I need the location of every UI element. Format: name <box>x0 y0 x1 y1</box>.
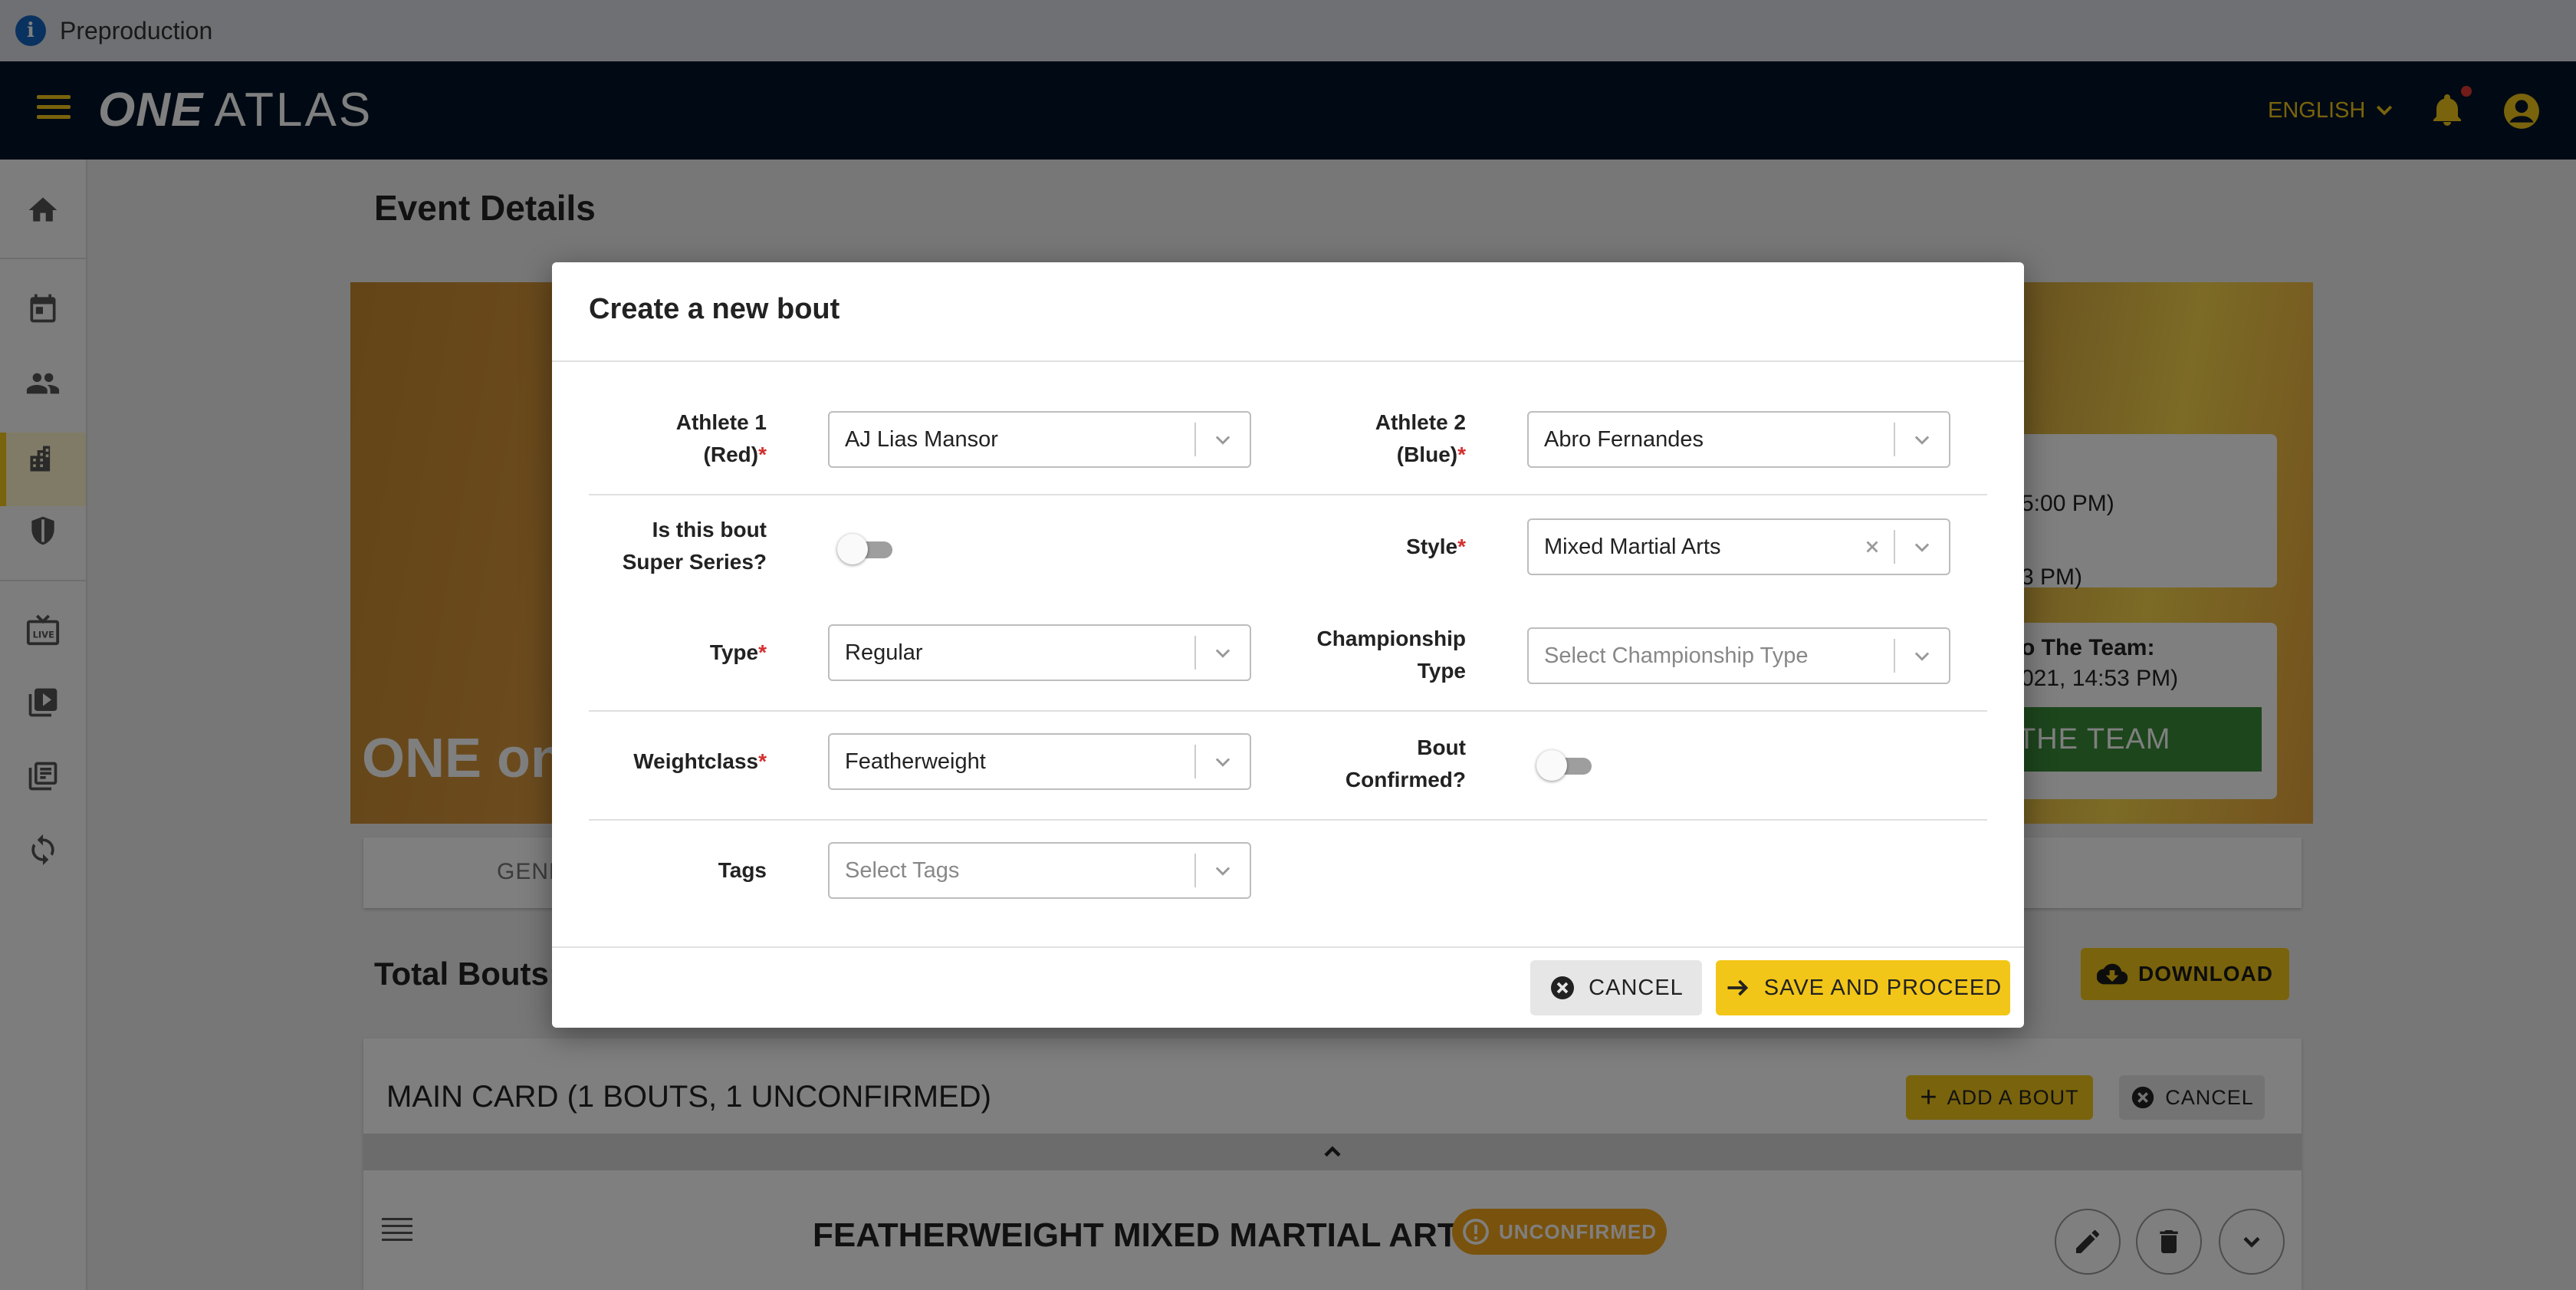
cancel-button[interactable]: CANCEL <box>1530 960 1702 1015</box>
athlete2-label: Athlete 2 (Blue)* <box>1375 410 1466 466</box>
chevron-down-icon <box>1895 536 1949 558</box>
chevron-down-icon <box>1196 860 1250 881</box>
super-series-label: Is this bout Super Series? <box>622 518 767 574</box>
athlete1-select[interactable]: AJ Lias Mansor <box>828 411 1251 468</box>
row-divider <box>589 494 1987 495</box>
chevron-down-icon <box>1895 645 1949 666</box>
weightclass-label: Weightclass* <box>633 749 767 773</box>
championship-label: Championship Type <box>1316 627 1466 683</box>
bout-confirmed-label: Bout Confirmed? <box>1345 735 1466 791</box>
tags-label: Tags <box>718 858 767 882</box>
row-divider <box>589 710 1987 712</box>
athlete1-value: AJ Lias Mansor <box>845 426 998 452</box>
row-divider <box>589 819 1987 821</box>
clear-icon[interactable] <box>1851 537 1894 557</box>
bout-confirmed-toggle[interactable] <box>1536 750 1595 781</box>
chevron-down-icon <box>1196 429 1250 450</box>
type-value: Regular <box>845 640 923 665</box>
tags-select[interactable]: Select Tags <box>828 842 1251 899</box>
chevron-down-icon <box>1196 642 1250 663</box>
tags-placeholder: Select Tags <box>845 857 960 883</box>
style-select[interactable]: Mixed Martial Arts <box>1527 518 1950 575</box>
arrow-right-icon <box>1727 979 1748 996</box>
dialog-header-divider <box>552 360 2024 362</box>
athlete2-value: Abro Fernandes <box>1544 426 1704 452</box>
championship-select[interactable]: Select Championship Type <box>1527 627 1950 684</box>
style-label: Style* <box>1406 535 1466 558</box>
dialog-title: Create a new bout <box>589 293 840 325</box>
athlete2-select[interactable]: Abro Fernandes <box>1527 411 1950 468</box>
chevron-down-icon <box>1895 429 1949 450</box>
athlete1-label: Athlete 1 (Red)* <box>675 410 767 466</box>
save-and-proceed-button[interactable]: SAVE AND PROCEED <box>1716 960 2010 1015</box>
weightclass-value: Featherweight <box>845 749 986 774</box>
type-select[interactable]: Regular <box>828 624 1251 681</box>
create-bout-dialog: Create a new bout Athlete 1 (Red)* AJ Li… <box>552 262 2024 1028</box>
dialog-footer-divider <box>552 946 2024 948</box>
cancel-circle-icon <box>1551 976 1575 999</box>
cancel-label: CANCEL <box>1589 975 1684 1000</box>
style-value: Mixed Martial Arts <box>1544 534 1721 559</box>
type-label: Type* <box>709 640 767 664</box>
save-label: SAVE AND PROCEED <box>1763 975 2003 1000</box>
chevron-down-icon <box>1196 751 1250 772</box>
championship-placeholder: Select Championship Type <box>1544 643 1809 668</box>
super-series-toggle[interactable] <box>837 534 895 564</box>
weightclass-select[interactable]: Featherweight <box>828 733 1251 790</box>
